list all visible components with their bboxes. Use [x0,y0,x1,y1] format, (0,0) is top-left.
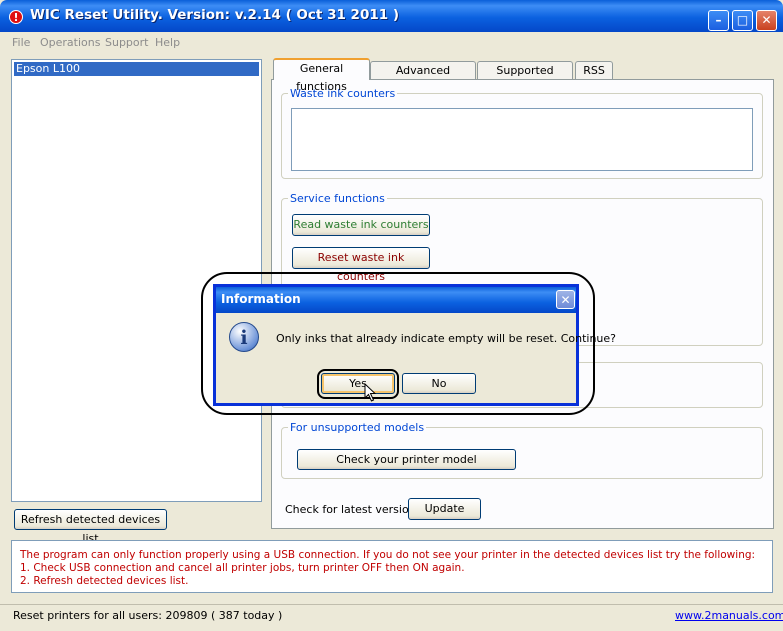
status-line-1: The program can only function properly u… [20,549,756,561]
status-bar: Reset printers for all users: 209809 ( 3… [0,604,783,631]
no-button[interactable]: No [402,373,476,394]
menu-file[interactable]: File [12,36,30,49]
unsupported-models-group-title: For unsupported models [288,421,427,434]
dialog-message: Only inks that already indicate empty wi… [276,332,617,345]
minimize-icon: – [715,13,722,27]
app-icon: ! [9,10,23,24]
read-waste-ink-button[interactable]: Read waste ink counters [292,214,430,236]
menu-bar: File Operations Support Help [4,33,779,53]
mouse-cursor-icon [364,383,377,402]
reset-count-text: Reset printers for all users: 209809 ( 3… [13,609,283,622]
dialog-close-button[interactable]: ✕ [556,290,575,309]
tab-supported-models[interactable]: Supported models [477,61,573,95]
status-line-3: 2. Refresh detected devices list. [20,575,189,587]
close-icon: ✕ [761,13,772,27]
title-bar[interactable]: ! WIC Reset Utility. Version: v.2.14 ( O… [0,0,783,32]
information-dialog: Information ✕ i Only inks that already i… [213,284,616,406]
tab-general-functions[interactable]: General functions [273,58,370,93]
status-line-2: 1. Check USB connection and cancel all p… [20,562,465,574]
tab-advanced-functions[interactable]: Advanced functions [370,61,476,95]
update-button[interactable]: Update [408,498,481,520]
device-list-item[interactable]: Epson L100 [14,62,259,76]
website-link[interactable]: www.2manuals.com [675,609,783,622]
minimize-button[interactable]: – [708,10,729,31]
status-message-box: The program can only function properly u… [11,540,773,593]
close-button[interactable]: ✕ [756,10,777,31]
tab-rss[interactable]: RSS [575,61,613,80]
yes-button[interactable]: Yes [321,373,395,394]
reset-waste-ink-button[interactable]: Reset waste ink counters [292,247,430,283]
window-title: WIC Reset Utility. Version: v.2.14 ( Oct… [30,7,399,23]
maximize-button[interactable]: □ [732,10,753,31]
check-printer-model-button[interactable]: Check your printer model [297,449,516,470]
menu-support[interactable]: Support [105,36,148,49]
waste-ink-counters-box [291,108,753,171]
menu-operations[interactable]: Operations [40,36,100,49]
menu-help[interactable]: Help [155,36,180,49]
refresh-devices-button[interactable]: Refresh detected devices list [14,509,167,545]
close-icon: ✕ [560,293,571,307]
dialog-title-bar[interactable]: Information ✕ [216,287,576,313]
info-icon: i [229,322,259,352]
latest-version-label: Check for latest version [285,503,416,516]
dialog-title: Information [221,292,301,306]
maximize-icon: □ [736,13,749,27]
service-functions-group-title: Service functions [288,192,387,205]
